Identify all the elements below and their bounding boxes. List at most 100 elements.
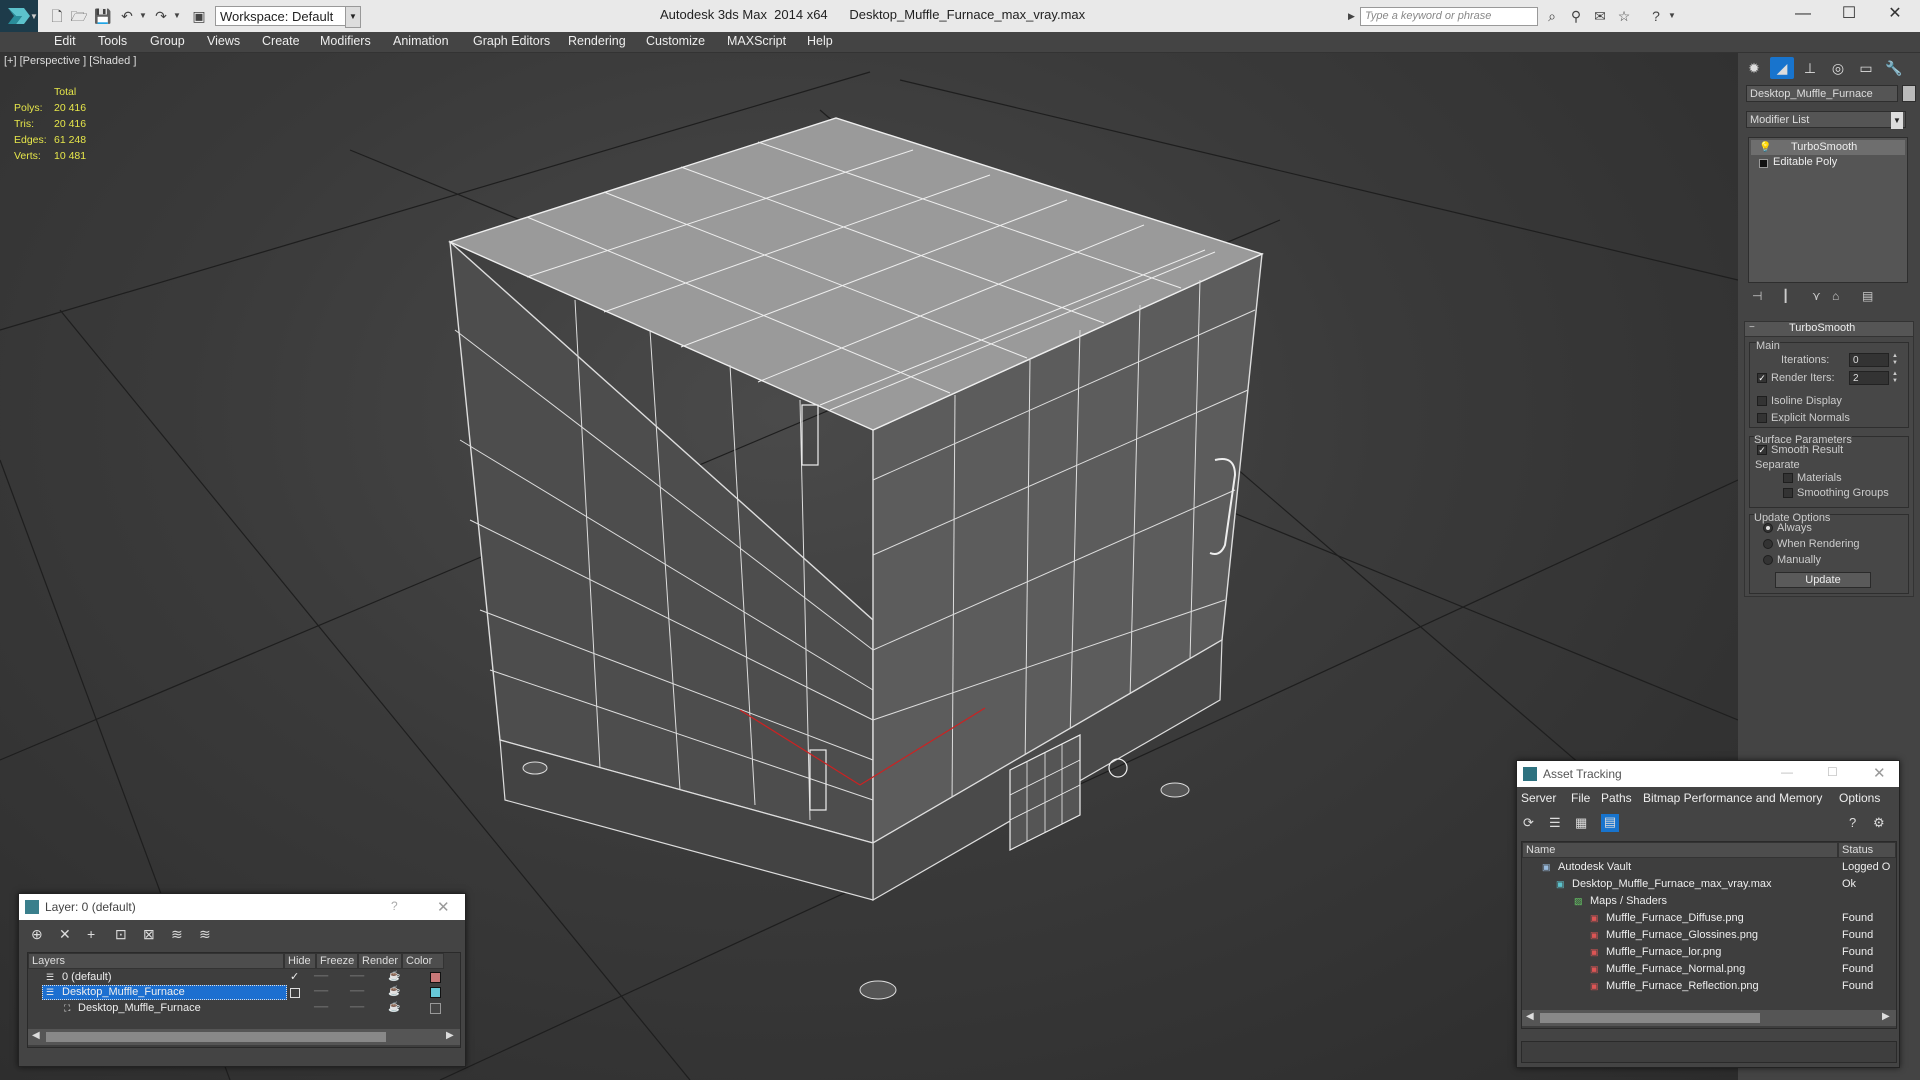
spinner-arrows-icon[interactable]: ▲ ▼ [1891,353,1899,367]
render-iters-spinner[interactable]: 2 [1849,371,1889,385]
list-view-icon[interactable]: ☰ [1549,815,1561,831]
menu-edit[interactable]: Edit [54,34,76,48]
search-expand-icon[interactable]: ▶ [1348,8,1358,24]
menu-create[interactable]: Create [262,34,300,48]
scroll-right-icon[interactable]: ▶ [1882,1011,1890,1022]
create-layer-icon[interactable]: ⊕ [31,926,43,943]
render-teapot-icon[interactable]: ☕ [388,1001,400,1015]
col-name[interactable]: Name [1522,842,1838,858]
display-tab-icon[interactable]: ▭ [1854,57,1878,79]
close-icon[interactable]: ✕ [1873,764,1886,782]
menu-help[interactable]: Help [807,34,833,48]
menu-modifiers[interactable]: Modifiers [320,34,371,48]
modify-tab-icon[interactable]: ◢ [1770,57,1794,79]
col-render[interactable]: Render [358,953,402,969]
menu-customize[interactable]: Customize [646,34,705,48]
menu-options[interactable]: Options [1839,791,1880,805]
utilities-tab-icon[interactable]: 🔧 [1882,57,1906,79]
minimize-button[interactable]: — [1780,0,1826,28]
make-unique-icon[interactable]: ⋎ [1812,289,1821,303]
menu-tools[interactable]: Tools [98,34,127,48]
horizontal-scrollbar[interactable]: ◀ ▶ [1522,1010,1896,1026]
lightbulb-icon[interactable]: 💡 [1759,140,1771,155]
search-input[interactable]: Type a keyword or phrase [1360,7,1538,26]
stack-item-turbosmooth[interactable]: 💡 TurboSmooth [1751,140,1905,155]
isoline-display-checkbox[interactable] [1757,396,1767,406]
app-logo-button[interactable]: ▼ [0,0,38,32]
freeze-toggle[interactable]: ── [350,970,364,984]
when-rendering-radio[interactable] [1763,539,1773,549]
help-icon[interactable]: ? [1648,8,1664,24]
motion-tab-icon[interactable]: ◎ [1826,57,1850,79]
menu-server[interactable]: Server [1521,791,1556,805]
asset-window-titlebar[interactable]: Asset Tracking — ☐ ✕ [1517,761,1899,787]
menu-paths[interactable]: Paths [1601,791,1632,805]
scrollbar-thumb[interactable] [1540,1013,1760,1023]
hide-toggle[interactable]: ── [314,970,328,984]
asset-row[interactable]: ▣ Autodesk Vault Logged O [1522,860,1896,874]
spinner-arrows-icon[interactable]: ▲ ▼ [1891,371,1899,385]
binoculars-icon[interactable]: ⌕ [1544,8,1560,24]
freeze-all-layers-icon[interactable]: ≋ [199,926,211,943]
menu-maxscript[interactable]: MAXScript [727,34,786,48]
layer-color-swatch[interactable] [430,972,441,983]
undo-dropdown-icon[interactable]: ▼ [134,7,152,25]
help-icon[interactable]: ? [1849,815,1856,830]
col-freeze[interactable]: Freeze [316,953,358,969]
layer-color-swatch[interactable] [430,987,441,998]
asset-row[interactable]: ▨ Maps / Shaders [1522,894,1896,908]
configure-sets-icon[interactable]: ▤ [1862,289,1873,303]
freeze-toggle[interactable]: ── [350,1001,364,1015]
workspace-dropdown-arrow[interactable]: ▼ [345,6,361,28]
communication-center-icon[interactable]: ✉ [1592,8,1608,24]
settings-icon[interactable]: ⚙ [1873,815,1885,831]
scroll-right-icon[interactable]: ▶ [446,1030,454,1041]
asset-path-field[interactable] [1521,1041,1897,1063]
col-layers[interactable]: Layers [28,953,284,969]
select-objects-icon[interactable]: ⊡ [115,926,127,943]
update-button[interactable]: Update [1775,572,1871,588]
pin-stack-icon[interactable]: ⊣ [1752,289,1762,303]
layer-color-swatch[interactable] [430,1003,441,1014]
asset-row[interactable]: ▣ Muffle_Furnace_Reflection.png Found [1522,979,1896,993]
add-to-layer-icon[interactable]: + [87,926,95,942]
freeze-toggle[interactable]: ── [350,985,364,999]
rollout-header[interactable]: − TurboSmooth [1745,322,1913,337]
project-folder-icon[interactable]: ▣ [190,7,208,25]
subscription-icon[interactable]: ⚲ [1568,8,1584,24]
maximize-button[interactable]: ☐ [1826,0,1872,28]
layer-row[interactable]: ⛶ Desktop_Muffle_Furnace ── ── ☕ [28,1001,444,1016]
help-dropdown-icon[interactable]: ▼ [1664,8,1680,24]
asset-row[interactable]: ▣ Muffle_Furnace_Glossines.png Found [1522,928,1896,942]
new-file-icon[interactable]: 🗋 [48,7,66,25]
help-button[interactable]: ? [391,899,398,913]
scroll-left-icon[interactable]: ◀ [32,1030,40,1041]
horizontal-scrollbar[interactable]: ◀ ▶ [28,1029,460,1045]
minimize-button[interactable]: — [1781,765,1793,779]
manually-radio[interactable] [1763,555,1773,565]
redo-dropdown-icon[interactable]: ▼ [168,7,186,25]
scroll-left-icon[interactable]: ◀ [1526,1011,1534,1022]
stack-item-editable-poly[interactable]: Editable Poly [1751,155,1905,170]
render-teapot-icon[interactable]: ☕ [388,985,400,999]
smooth-result-checkbox[interactable]: ✓ [1757,445,1767,455]
delete-layer-icon[interactable]: ✕ [59,926,71,943]
render-iters-checkbox[interactable]: ✓ [1757,373,1767,383]
refresh-icon[interactable]: ⟳ [1523,815,1534,831]
hide-all-layers-icon[interactable]: ≋ [171,926,183,943]
menu-graph-editors[interactable]: Graph Editors [473,34,550,48]
favorites-star-icon[interactable]: ☆ [1616,8,1632,24]
close-button[interactable]: ✕ [1872,0,1918,28]
menu-group[interactable]: Group [150,34,185,48]
asset-row[interactable]: ▣ Muffle_Furnace_Diffuse.png Found [1522,911,1896,925]
object-name-field[interactable]: Desktop_Muffle_Furnace [1746,85,1898,102]
show-end-result-icon[interactable]: ┃ [1782,289,1789,303]
layer-row[interactable]: ☰ Desktop_Muffle_Furnace ── ── ☕ [28,985,444,1001]
create-tab-icon[interactable]: ✹ [1742,57,1766,79]
object-color-swatch[interactable] [1902,85,1916,102]
smoothing-groups-checkbox[interactable] [1783,488,1793,498]
layer-window-titlebar[interactable]: Layer: 0 (default) ? ✕ [19,894,465,920]
save-file-icon[interactable]: 💾 [94,7,112,25]
table-view-icon[interactable]: ▤ [1601,814,1619,832]
scrollbar-thumb[interactable] [46,1032,386,1042]
